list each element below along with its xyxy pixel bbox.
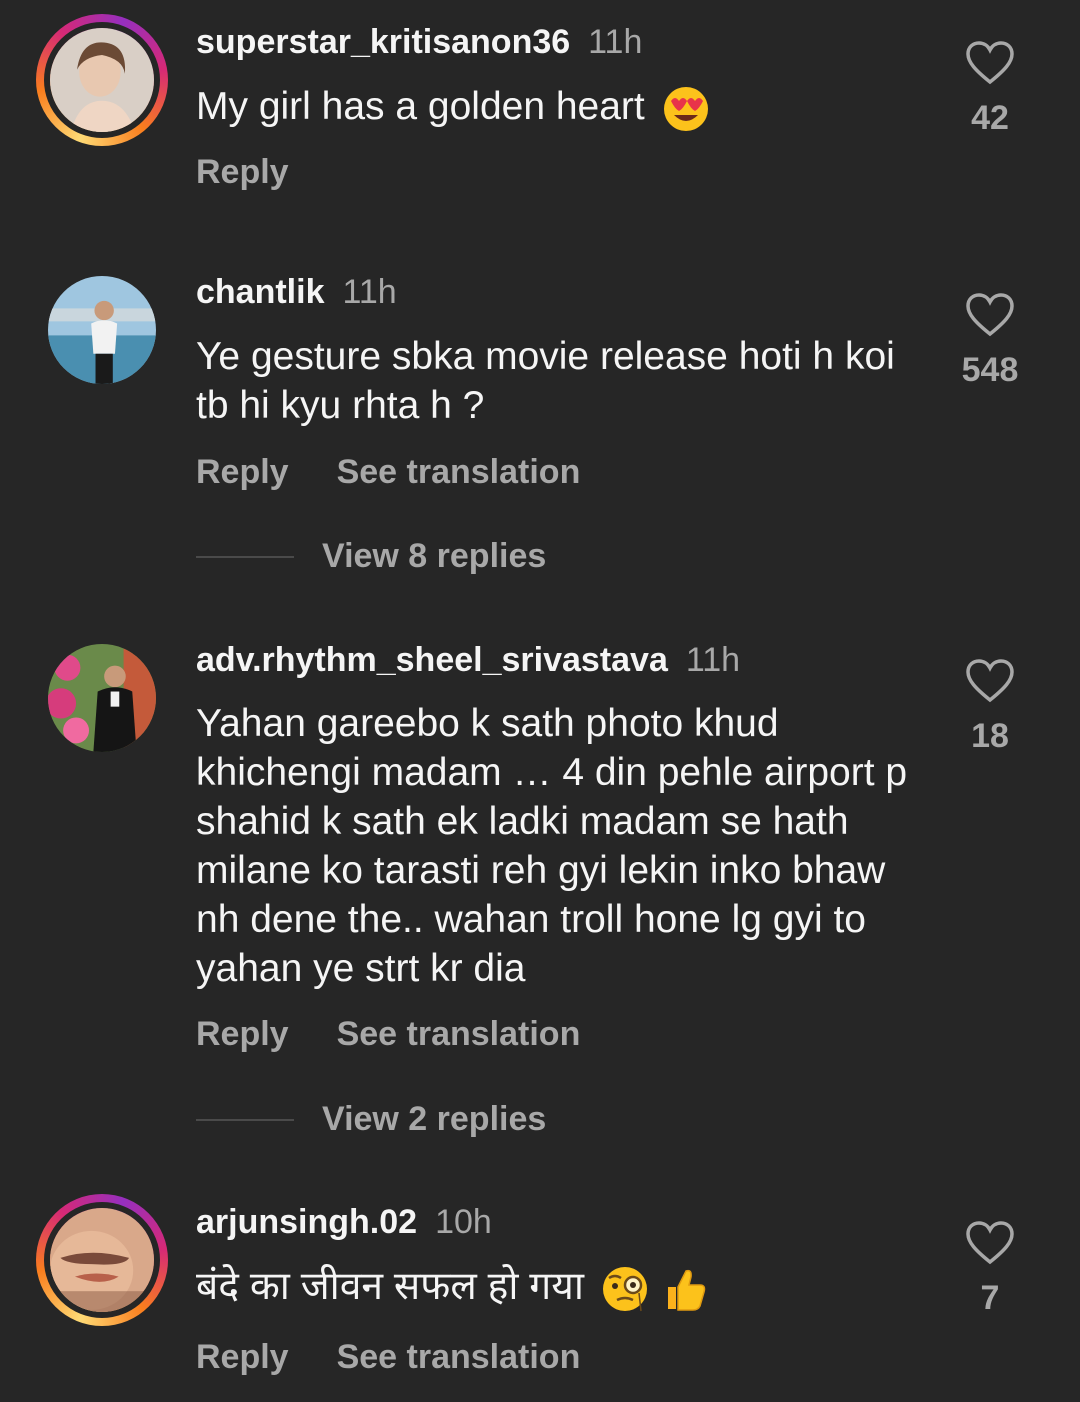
see-translation-button[interactable]: See translation: [337, 453, 581, 491]
like-section: 18: [950, 658, 1030, 756]
comment-text: बंदे का जीवन सफल हो गया: [196, 1262, 926, 1313]
avatar[interactable]: [36, 1194, 168, 1326]
heart-icon[interactable]: [965, 658, 1015, 704]
reply-button[interactable]: Reply: [196, 1338, 289, 1376]
like-count: 548: [961, 351, 1019, 389]
avatar[interactable]: [48, 276, 156, 384]
replies-divider: [196, 1119, 294, 1121]
comment-text: My girl has a golden heart: [196, 82, 926, 133]
like-count: 18: [971, 717, 1009, 755]
reply-button[interactable]: Reply: [196, 453, 289, 491]
comment-text: Ye gesture sbka movie release hoti h koi…: [196, 335, 895, 427]
timestamp: 11h: [342, 273, 397, 311]
heart-icon[interactable]: [965, 292, 1015, 338]
timestamp: 11h: [685, 641, 741, 679]
comment-actions: Reply: [196, 152, 289, 192]
view-replies-button[interactable]: View 8 replies: [322, 536, 546, 576]
see-translation-button[interactable]: See translation: [337, 1338, 581, 1376]
reply-button[interactable]: Reply: [196, 153, 289, 191]
username[interactable]: adv.rhythm_sheel_srivastava: [196, 641, 668, 679]
see-translation-button[interactable]: See translation: [337, 1015, 581, 1053]
avatar[interactable]: [48, 644, 156, 752]
monocle-face-emoji-icon: [602, 1266, 647, 1311]
like-section: 548: [950, 292, 1030, 390]
thumbs-up-emoji-icon: [667, 1269, 705, 1311]
comment-actions: Reply See translation: [196, 452, 580, 492]
username[interactable]: arjunsingh.02: [196, 1203, 417, 1241]
view-replies[interactable]: View 8 replies: [196, 536, 796, 576]
like-section: 7: [950, 1220, 1030, 1318]
avatar[interactable]: [36, 14, 168, 146]
timestamp: 10h: [435, 1203, 492, 1241]
comment-text: Yahan gareebo k sath photo khud khicheng…: [196, 702, 908, 990]
avatar-photo: [50, 28, 154, 132]
avatar-photo: [48, 644, 156, 752]
like-section: 42: [950, 40, 1030, 138]
like-count: 42: [971, 99, 1009, 137]
heart-eyes-emoji-icon: [663, 86, 708, 131]
username[interactable]: chantlik: [196, 273, 324, 311]
reply-button[interactable]: Reply: [196, 1015, 289, 1053]
avatar-photo: [48, 276, 156, 384]
view-replies[interactable]: View 2 replies: [196, 1099, 796, 1139]
username[interactable]: superstar_kritisanon36: [196, 23, 570, 61]
avatar-photo: [50, 1208, 154, 1312]
view-replies-button[interactable]: View 2 replies: [322, 1099, 546, 1139]
timestamp: 11h: [588, 23, 643, 61]
comment-actions: Reply See translation: [196, 1337, 580, 1377]
comment-actions: Reply See translation: [196, 1014, 580, 1054]
replies-divider: [196, 556, 294, 558]
heart-icon[interactable]: [965, 40, 1015, 86]
like-count: 7: [980, 1279, 1000, 1317]
heart-icon[interactable]: [965, 1220, 1015, 1266]
